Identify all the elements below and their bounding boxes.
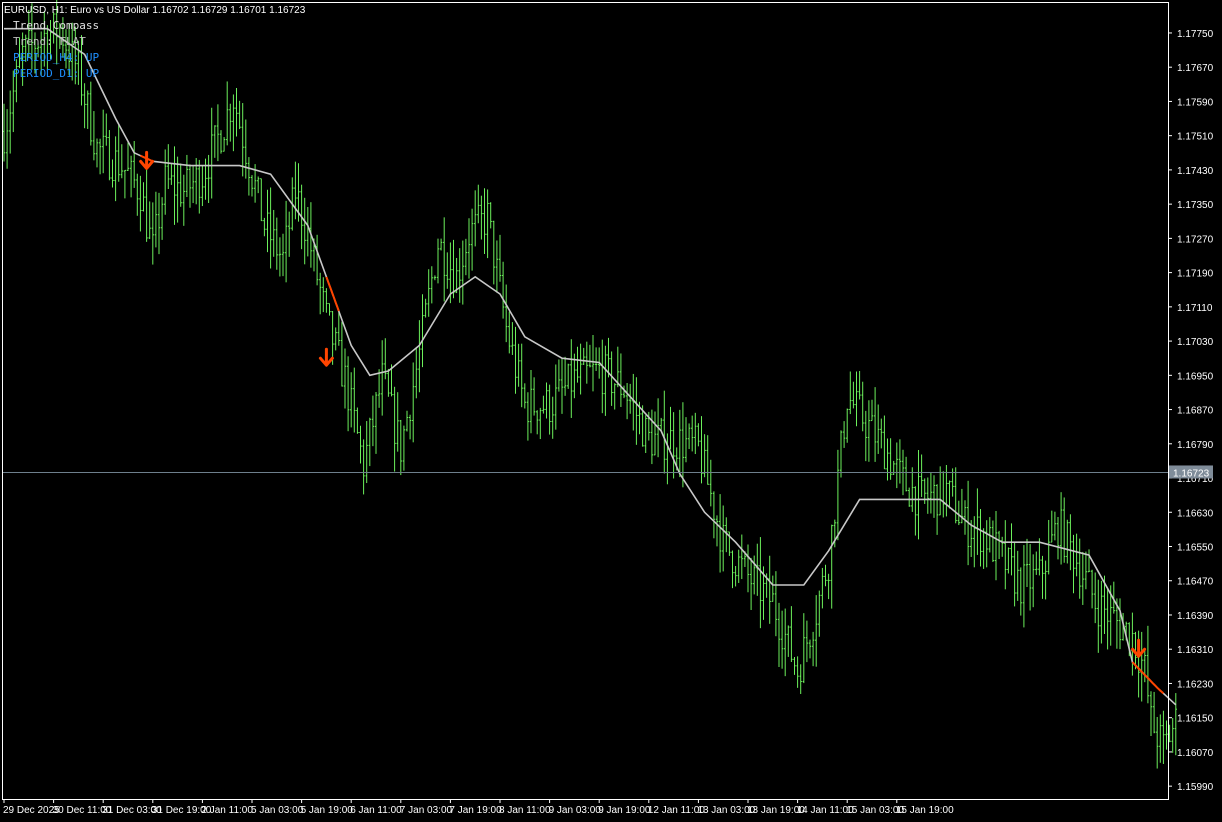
x-tick-label: 9 Jan 19:00 <box>598 805 651 816</box>
x-tick-label: 5 Jan 03:00 <box>251 805 304 816</box>
y-tick-label: 1.16630 <box>1177 508 1214 519</box>
x-tick-label: 8 Jan 11:00 <box>499 805 551 816</box>
y-tick-label: 1.17510 <box>1177 132 1214 143</box>
y-tick-label: 1.16070 <box>1177 748 1214 759</box>
x-tick-label: 2 Jan 11:00 <box>201 805 253 816</box>
price-chart[interactable]: 1.17750 1.17670 1.17590 1.17510 1.17430 1.173… <box>0 0 1222 822</box>
x-tick-label: 7 Jan 19:00 <box>449 805 502 816</box>
y-tick-label: 1.17430 <box>1177 166 1214 177</box>
x-tick-label: 15 Jan 19:00 <box>896 805 954 816</box>
y-tick-label: 1.17350 <box>1177 200 1214 211</box>
y-tick-label: 1.17110 <box>1177 303 1213 314</box>
x-tick-label: 6 Jan 11:00 <box>350 805 402 816</box>
y-tick-label: 1.16390 <box>1177 611 1214 622</box>
x-tick-label: 9 Jan 03:00 <box>549 805 602 816</box>
x-tick-label: 29 Dec 2025 <box>3 805 60 816</box>
y-tick-label: 1.17190 <box>1177 269 1214 280</box>
current-price-tag: 1.16723 <box>1169 465 1213 479</box>
y-tick-label: 1.16310 <box>1177 645 1214 656</box>
indicator-title: Trend Compass <box>13 19 99 32</box>
indicator-period-h4: PERIOD_H4: UP <box>13 51 99 64</box>
y-tick-label: 1.16470 <box>1177 577 1214 588</box>
y-tick-label: 1.16950 <box>1177 371 1214 382</box>
indicator-period-d1: PERIOD_D1: UP <box>13 67 99 80</box>
y-tick-label: 1.17750 <box>1177 29 1214 40</box>
y-tick-label: 1.16870 <box>1177 406 1214 417</box>
y-tick-label: 1.17270 <box>1177 234 1214 245</box>
x-tick-label: 7 Jan 03:00 <box>400 805 453 816</box>
y-tick-label: 1.15990 <box>1177 782 1214 793</box>
y-tick-label: 1.17670 <box>1177 63 1214 74</box>
chart-background <box>0 0 1222 822</box>
y-tick-label: 1.16150 <box>1177 714 1214 725</box>
indicator-trend: Trend: FLAT <box>13 35 86 48</box>
y-tick-label: 1.17030 <box>1177 337 1214 348</box>
y-tick-label: 1.16790 <box>1177 440 1214 451</box>
current-price-label: 1.16723 <box>1173 468 1210 479</box>
y-tick-label: 1.16230 <box>1177 679 1214 690</box>
x-tick-label: 5 Jan 19:00 <box>301 805 354 816</box>
y-tick-label: 1.16550 <box>1177 543 1214 554</box>
y-tick-label: 1.17590 <box>1177 97 1214 108</box>
symbol-info: EURUSD, H1: Euro vs US Dollar 1.16702 1.… <box>4 5 306 16</box>
